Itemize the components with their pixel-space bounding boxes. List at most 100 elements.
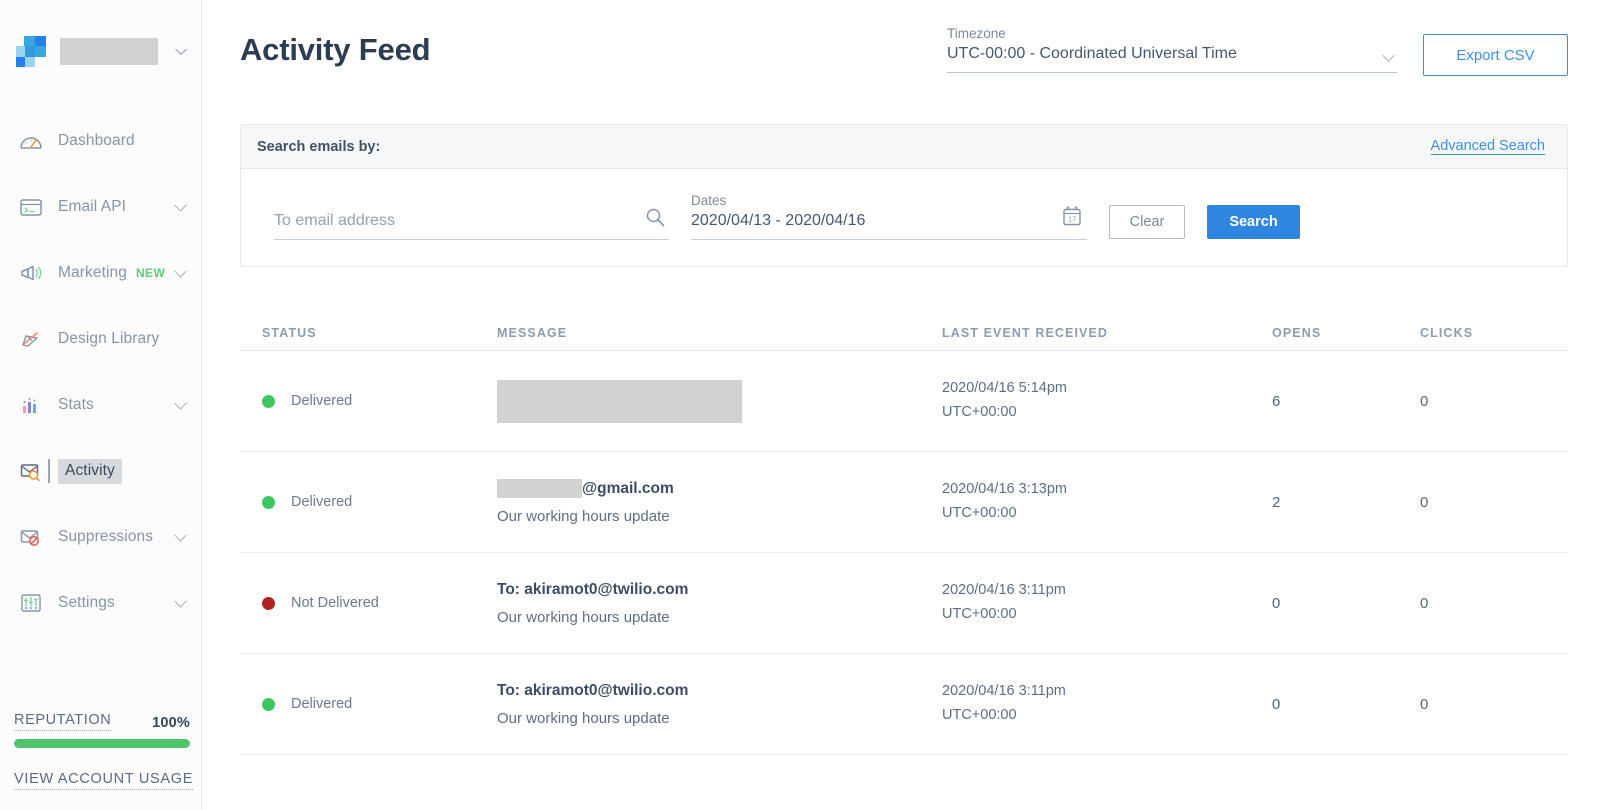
chevron-down-icon[interactable] xyxy=(174,528,187,542)
search-panel-header: Search emails by: Advanced Search xyxy=(241,125,1567,169)
search-icon[interactable] xyxy=(645,207,665,232)
account-name-redacted xyxy=(60,38,158,65)
sliders-icon xyxy=(18,591,44,615)
reputation-block: REPUTATION 100% xyxy=(14,712,190,748)
table-row[interactable]: Delivered To: akiramot0@twilio.com Our wor… xyxy=(240,654,1568,755)
status-dot-icon xyxy=(262,697,275,711)
sidebar-item-design-library[interactable]: Design Library xyxy=(0,317,201,361)
status-label: Delivered xyxy=(291,393,353,409)
page-header: Activity Feed Timezone UTC-00:00 - Coord… xyxy=(240,0,1568,76)
advanced-search-link[interactable]: Advanced Search xyxy=(1430,138,1545,155)
chevron-down-icon[interactable] xyxy=(174,396,187,410)
status-label: Delivered xyxy=(291,494,353,510)
message-subject: Our working hours update xyxy=(497,709,670,727)
redacted-recipient xyxy=(497,479,582,498)
sidebar-item-label: Dashboard xyxy=(58,132,135,149)
pencil-ruler-icon xyxy=(18,327,44,351)
sidebar-item-activity[interactable]: Activity xyxy=(0,449,201,493)
message-recipient: To: akiramot0@twilio.com xyxy=(497,681,689,699)
chevron-down-icon[interactable] xyxy=(174,264,187,278)
to-email-input[interactable]: To email address xyxy=(274,212,669,240)
sidebar: Dashboard Email API Marketing NEW Design… xyxy=(0,0,202,810)
clear-button[interactable]: Clear xyxy=(1109,205,1185,239)
activity-feed-page: Dashboard Email API Marketing NEW Design… xyxy=(0,0,1600,810)
table-row[interactable]: Not Delivered To: akiramot0@twilio.com Our… xyxy=(240,553,1568,654)
status-cell: Delivered xyxy=(262,494,497,510)
column-header-message: MESSAGE xyxy=(497,325,568,340)
dates-field[interactable]: Dates 2020/04/13 - 2020/04/16 17 xyxy=(691,193,1087,240)
page-title: Activity Feed xyxy=(240,32,431,67)
last-event-timezone: UTC+00:00 xyxy=(942,606,1017,622)
table-header-row: STATUS MESSAGE LAST EVENT RECEIVED OPENS… xyxy=(240,315,1568,351)
marketing-new-badge: NEW xyxy=(135,266,166,280)
opens-count: 0 xyxy=(1272,695,1281,713)
sidebar-item-label: Activity xyxy=(58,458,122,484)
message-subject: Our working hours update xyxy=(497,608,670,626)
message-cell: To: akiramot0@twilio.com Our working hour… xyxy=(497,581,942,626)
message-recipient: @gmail.com xyxy=(497,479,942,498)
last-event-cell: 2020/04/16 3:11pm UTC+00:00 xyxy=(942,680,1272,728)
dates-input[interactable]: 2020/04/13 - 2020/04/16 xyxy=(691,212,1087,240)
gauge-icon xyxy=(18,129,44,153)
last-event-cell: 2020/04/16 3:13pm UTC+00:00 xyxy=(942,478,1272,526)
account-chevron-down-icon[interactable] xyxy=(175,43,187,61)
chevron-down-icon[interactable] xyxy=(174,594,187,608)
sidebar-nav: Dashboard Email API Marketing NEW Design… xyxy=(0,119,201,625)
search-button[interactable]: Search xyxy=(1207,205,1300,239)
chevron-down-icon[interactable] xyxy=(174,198,187,212)
header-controls: Timezone UTC-00:00 - Coordinated Univers… xyxy=(947,26,1568,76)
sidebar-item-label: Settings xyxy=(58,594,115,611)
table-body: Delivered 2020/04/16 5:14pm UTC+00:00 6 0 Del… xyxy=(240,351,1568,755)
last-event-date: 2020/04/16 3:13pm xyxy=(942,481,1067,498)
opens-count: 6 xyxy=(1272,392,1281,410)
message-subject: Our working hours update xyxy=(497,508,670,525)
timezone-select[interactable]: Timezone UTC-00:00 - Coordinated Univers… xyxy=(947,26,1397,73)
sidebar-item-suppressions[interactable]: Suppressions xyxy=(0,515,201,559)
message-cell: @gmail.com Our working hours update xyxy=(497,479,942,525)
sidebar-item-settings[interactable]: Settings xyxy=(0,581,201,625)
last-event-cell: 2020/04/16 5:14pm UTC+00:00 xyxy=(942,377,1272,425)
last-event-date: 2020/04/16 3:11pm xyxy=(942,582,1066,599)
sidebar-item-stats[interactable]: Stats xyxy=(0,383,201,427)
sidebar-item-dashboard[interactable]: Dashboard xyxy=(0,119,201,163)
dates-label: Dates xyxy=(691,193,727,208)
clicks-count: 0 xyxy=(1420,392,1429,410)
clicks-count: 0 xyxy=(1420,695,1429,713)
column-header-opens: OPENS xyxy=(1272,325,1322,340)
opens-count: 2 xyxy=(1272,493,1281,511)
message-cell xyxy=(497,379,942,423)
clicks-count: 0 xyxy=(1420,493,1429,511)
message-recipient: To: akiramot0@twilio.com xyxy=(497,580,689,598)
view-account-usage-link[interactable]: VIEW ACCOUNT USAGE xyxy=(14,771,194,790)
table-row[interactable]: Delivered @gmail.com Our working hours upd… xyxy=(240,452,1568,553)
last-event-date: 2020/04/16 5:14pm xyxy=(942,380,1067,397)
last-event-timezone: UTC+00:00 xyxy=(942,505,1017,521)
reputation-label: REPUTATION xyxy=(14,712,112,731)
calendar-icon[interactable]: 17 xyxy=(1061,205,1083,232)
status-cell: Delivered xyxy=(262,393,497,409)
brand-row[interactable] xyxy=(0,0,201,67)
last-event-timezone: UTC+00:00 xyxy=(942,404,1017,420)
sidebar-item-marketing[interactable]: Marketing NEW xyxy=(0,251,201,295)
mail-search-icon xyxy=(18,459,44,483)
opens-count: 0 xyxy=(1272,594,1281,612)
reputation-progress-bar xyxy=(14,739,190,748)
timezone-value: UTC-00:00 - Coordinated Universal Time xyxy=(947,45,1397,73)
sidebar-item-label: Design Library xyxy=(58,330,160,347)
status-cell: Delivered xyxy=(262,696,497,712)
mail-block-icon xyxy=(18,525,44,549)
table-row[interactable]: Delivered 2020/04/16 5:14pm UTC+00:00 6 0 xyxy=(240,351,1568,452)
search-panel-body: To email address Dates 2020/04/13 - 2020… xyxy=(241,169,1567,266)
redacted-recipient xyxy=(497,379,742,423)
sidebar-item-email-api[interactable]: Email API xyxy=(0,185,201,229)
sidebar-item-label: Stats xyxy=(58,396,94,413)
megaphone-icon xyxy=(18,261,44,285)
column-header-last-event: LAST EVENT RECEIVED xyxy=(942,325,1109,340)
to-email-field[interactable]: To email address xyxy=(274,208,669,240)
calendar-day-number: 17 xyxy=(1068,215,1076,224)
sidebar-item-label: Suppressions xyxy=(58,528,154,545)
export-csv-button[interactable]: Export CSV xyxy=(1423,34,1568,76)
status-cell: Not Delivered xyxy=(262,595,497,611)
status-label: Delivered xyxy=(291,696,353,712)
sidebar-item-label: Email API xyxy=(58,198,127,215)
